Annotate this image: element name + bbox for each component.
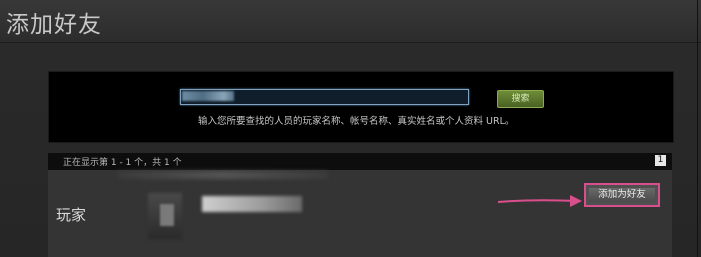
search-panel [48,71,674,143]
add-friend-button[interactable]: 添加为好友 [584,183,660,207]
page-title: 添加好友 [6,12,102,38]
redacted-player-name[interactable] [202,196,302,212]
redacted-input-text [182,91,234,101]
redacted-strip [118,171,328,179]
search-hint: 输入您所要查找的人员的玩家名称、帐号名称、真实姓名或个人资料 URL。 [198,116,515,127]
page-number[interactable]: 1 [655,155,666,166]
player-label: 玩家 [56,206,87,224]
page-header: 添加好友 [0,0,701,43]
add-friend-label: 添加为好友 [589,188,655,202]
results-status: 正在显示第 1 - 1 个，共 1 个 [63,158,182,168]
pointer-arrow-icon [497,195,582,207]
right-divider [697,0,698,257]
search-button[interactable]: 搜索 [497,90,544,108]
avatar-detail [160,204,174,226]
